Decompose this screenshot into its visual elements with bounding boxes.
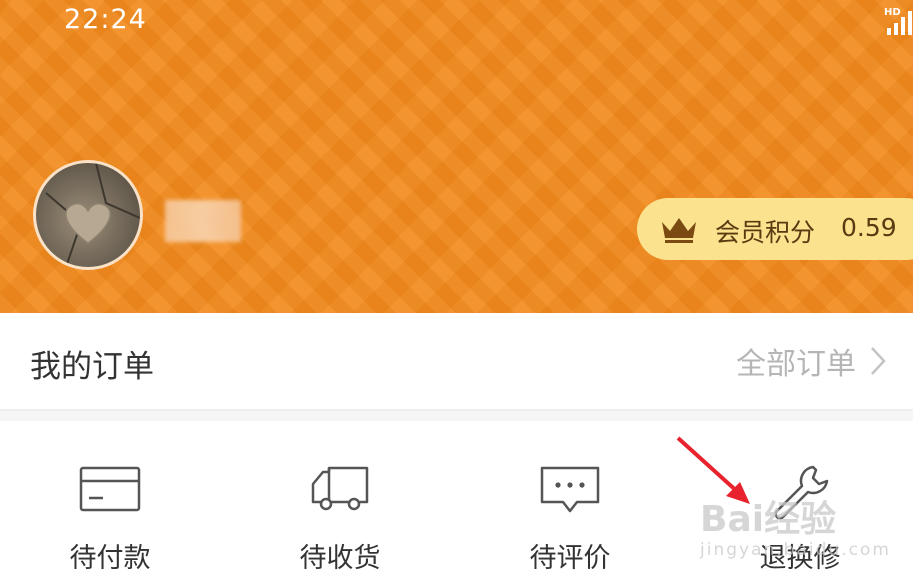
avatar[interactable]: [33, 160, 143, 270]
action-pending-payment[interactable]: 待付款: [40, 450, 180, 575]
action-label: 待评价: [529, 543, 611, 574]
action-pending-receipt[interactable]: 待收货: [270, 450, 410, 575]
crown-icon: [662, 218, 696, 243]
truck-icon: [311, 466, 369, 511]
hd-signal-icon: HD: [884, 7, 912, 35]
card-icon: [79, 466, 141, 512]
section-divider: [0, 411, 913, 421]
all-orders-link[interactable]: 全部订单: [736, 341, 888, 382]
my-orders-bar: 我的订单 全部订单: [0, 313, 913, 411]
member-points-value: 0.59: [841, 213, 897, 242]
red-arrow-annotation: [676, 436, 750, 504]
action-label: 退换修: [759, 543, 841, 574]
wrench-icon: [774, 465, 829, 520]
action-label: 待收货: [299, 543, 381, 574]
my-orders-title: 我的订单: [30, 349, 154, 385]
action-label: 待付款: [69, 543, 151, 574]
member-points-badge[interactable]: 会员积分 0.59: [637, 198, 913, 260]
chevron-right-icon: [871, 347, 886, 375]
action-pending-review[interactable]: 待评价: [500, 450, 640, 575]
status-time: 22:24: [64, 4, 147, 35]
all-orders-label: 全部订单: [736, 347, 856, 382]
heart-stone-icon: [45, 163, 140, 267]
member-points-label: 会员积分: [715, 218, 816, 247]
profile-header: 22:24 HD 47 会员积分 0.: [0, 0, 913, 313]
svg-text:HD: HD: [884, 7, 901, 18]
chat-icon: [540, 466, 600, 513]
username-blurred: [165, 200, 241, 242]
